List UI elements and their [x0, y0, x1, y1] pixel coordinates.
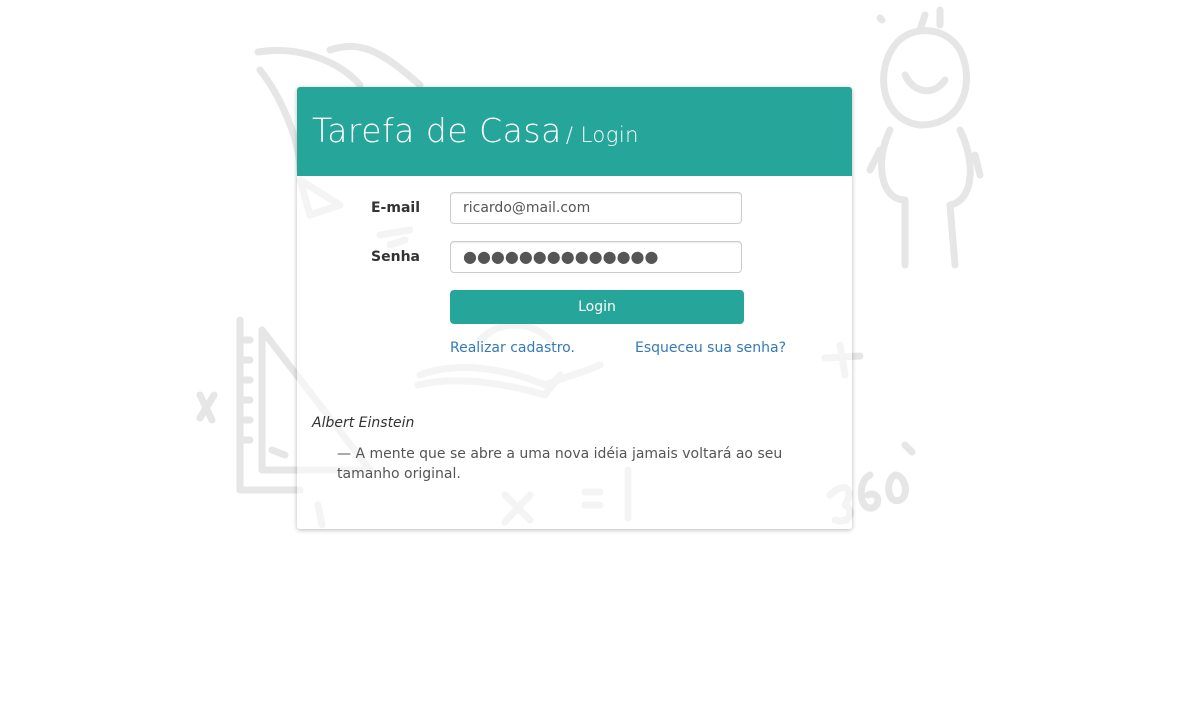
- card-header: Tarefa de Casa / Login: [297, 87, 852, 176]
- app-name: Tarefa de Casa: [312, 111, 562, 150]
- stick-figure-doodle-icon: [866, 6, 984, 269]
- register-link[interactable]: Realizar cadastro.: [450, 340, 575, 356]
- page-subtitle: / Login: [565, 123, 639, 147]
- quote-author: Albert Einstein: [312, 415, 415, 431]
- email-field[interactable]: [450, 192, 742, 224]
- password-field[interactable]: ●●●●●●●●●●●●●●: [450, 241, 742, 273]
- email-label: E-mail: [370, 200, 420, 216]
- forgot-password-link[interactable]: Esqueceu sua senha?: [635, 340, 786, 356]
- app-title: Tarefa de Casa / Login: [312, 111, 639, 150]
- quote-text: — A mente que se abre a uma nova idéia j…: [337, 446, 783, 482]
- login-button[interactable]: Login: [450, 290, 744, 324]
- login-card: Tarefa de Casa/ Login E-mail Senha ●●●●●…: [297, 87, 852, 529]
- password-label: Senha: [371, 249, 420, 265]
